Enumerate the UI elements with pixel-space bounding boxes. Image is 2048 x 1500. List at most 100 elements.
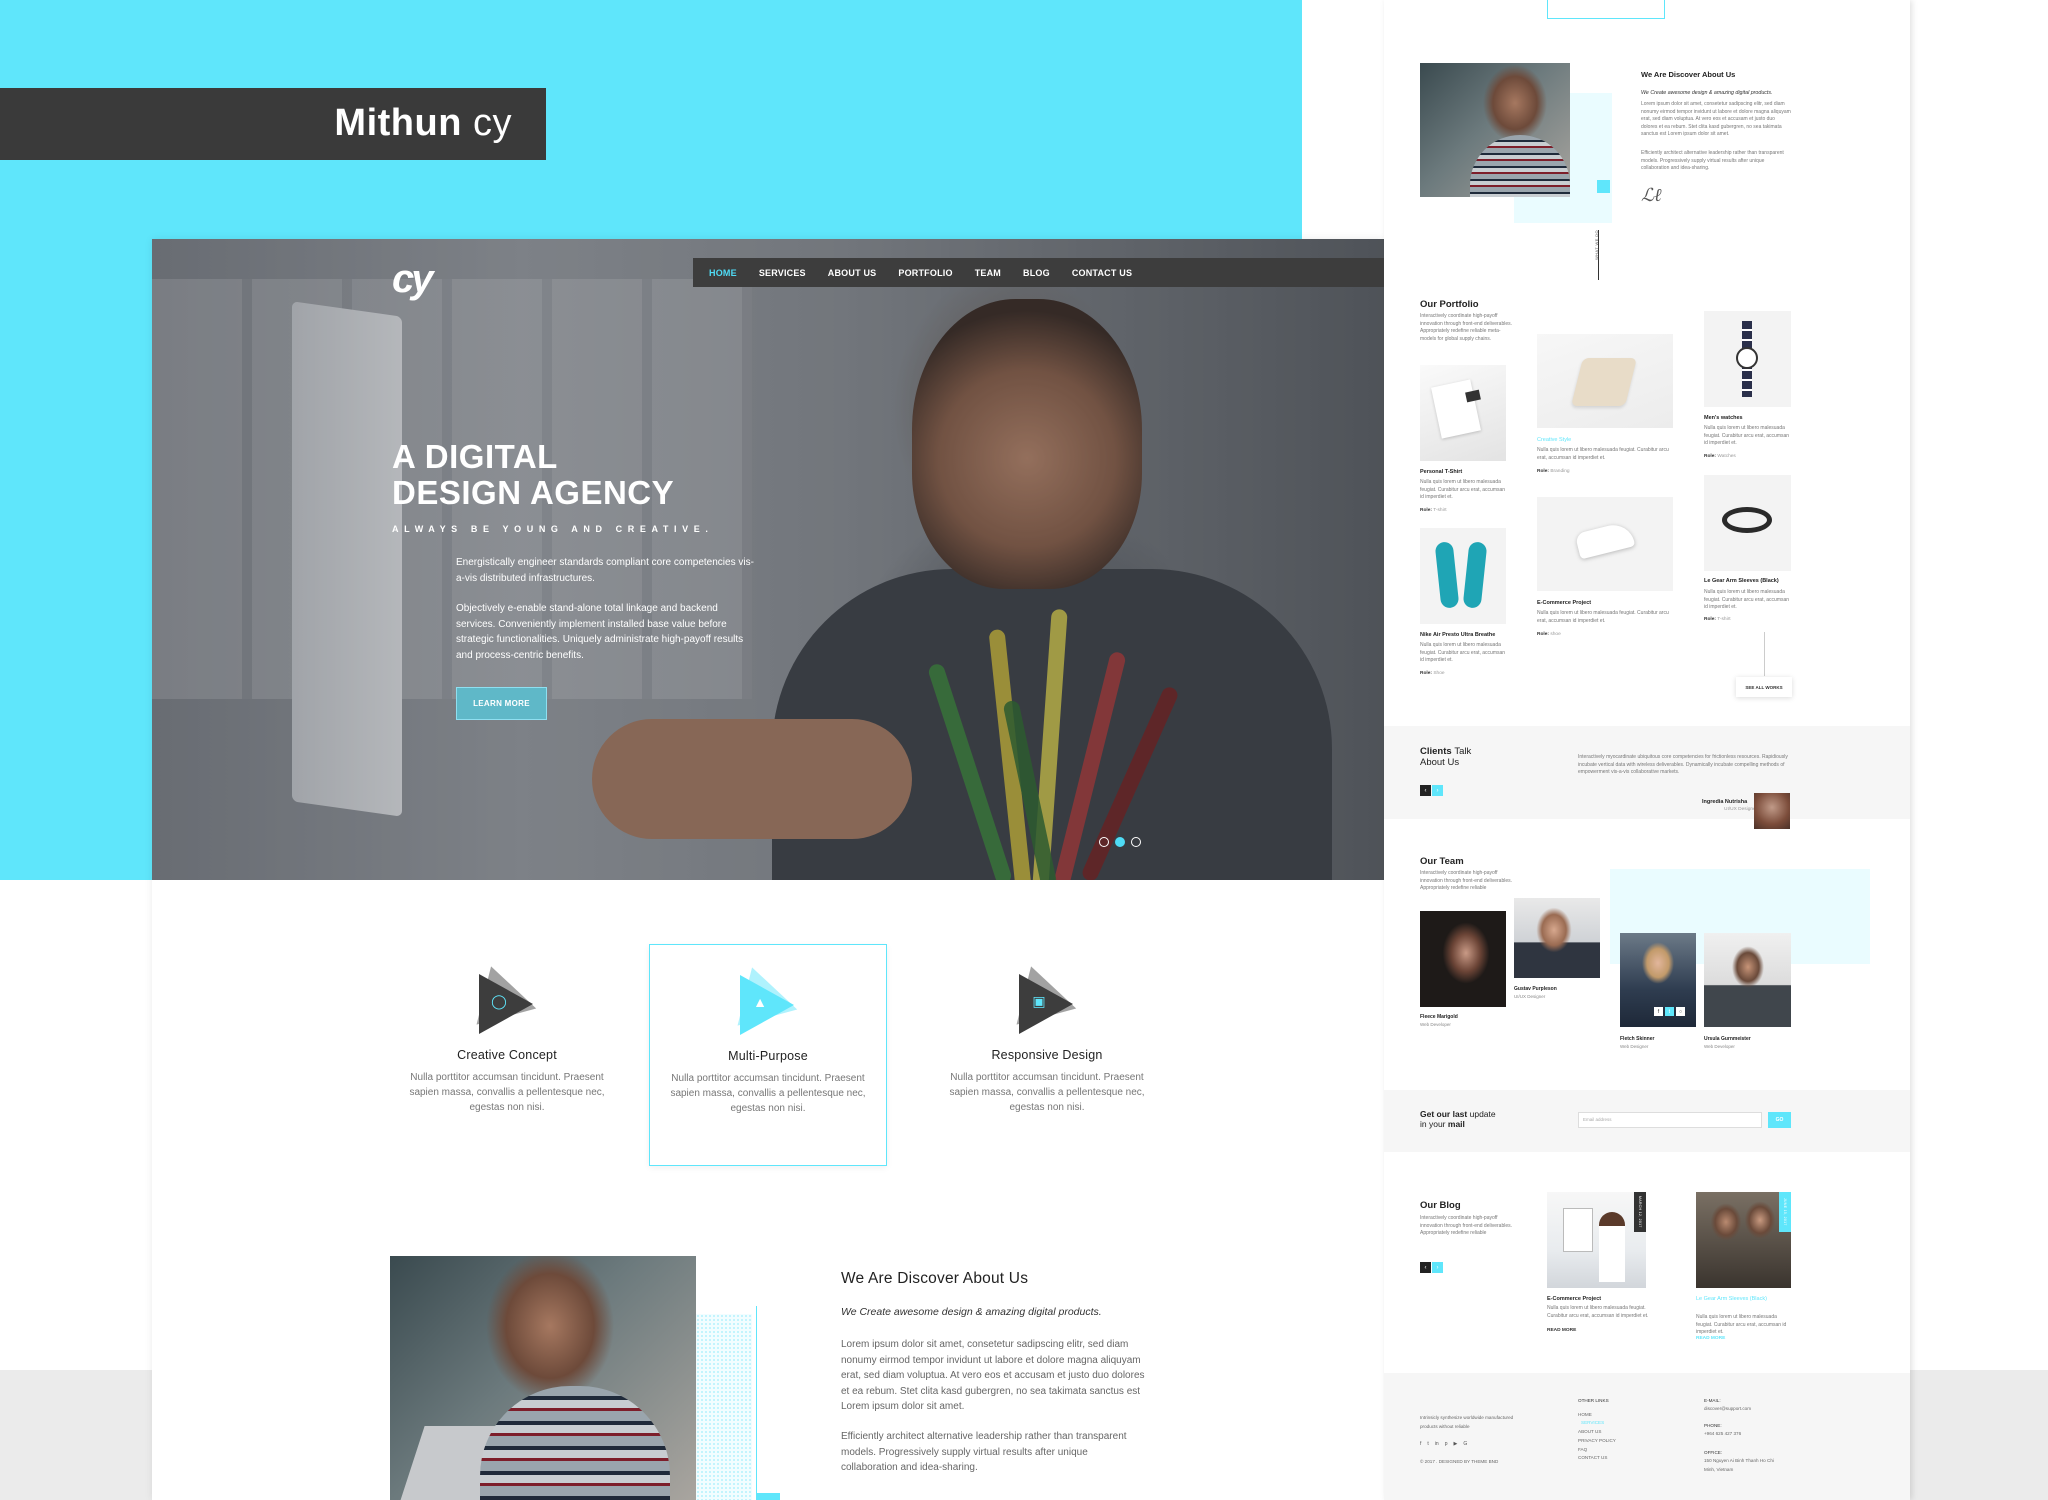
preview-about-vertical-text: WHAT WE DO	[1594, 229, 1599, 260]
learn-more-button[interactable]: LEARN MORE	[456, 687, 547, 720]
team-photo[interactable]	[1420, 911, 1506, 1007]
blog-image-1[interactable]	[1547, 1192, 1646, 1288]
nav-home[interactable]: HOME	[709, 268, 737, 278]
about-dots-decoration	[692, 1314, 752, 1500]
clients-next-button[interactable]: ›	[1432, 785, 1443, 796]
footer-email[interactable]: discover@support.com	[1704, 1405, 1751, 1414]
youtube-icon[interactable]: ▶	[1453, 1441, 1457, 1447]
google-plus-icon[interactable]: G	[1463, 1441, 1467, 1447]
feature-multi-purpose[interactable]: ▲ Multi-Purpose Nulla porttitor accumsan…	[649, 944, 887, 1166]
newsletter-email-input[interactable]: Email address	[1578, 1112, 1762, 1128]
slider-dots	[1099, 837, 1141, 847]
team-social-icons: f t ○	[1654, 1007, 1685, 1016]
nav-team[interactable]: TEAM	[975, 268, 1001, 278]
about-tagline: We Create awesome design & amazing digit…	[841, 1306, 1102, 1318]
hero-paragraph-2: Objectively e-enable stand-alone total l…	[456, 603, 744, 661]
portfolio-title[interactable]: Nike Air Presto Ultra Breathe	[1420, 632, 1495, 638]
portfolio-text: Nulla quis lorem ut libero malesuada feu…	[1537, 447, 1669, 461]
portfolio-role: Role: Branding	[1537, 469, 1570, 474]
footer-about: Intrinsicly synthesize worldwide manufac…	[1420, 1415, 1514, 1429]
about-accent-bar	[756, 1493, 780, 1500]
portfolio-title[interactable]: E-Commerce Project	[1537, 600, 1591, 606]
footer-link-about-us[interactable]: ABOUT US	[1578, 1428, 1601, 1437]
blog-intro: Interactively coordinate high-payoff inn…	[1420, 1215, 1513, 1237]
team-member-role: Web Developer	[1420, 1022, 1451, 1027]
team-member-role: Web Designer	[1620, 1044, 1649, 1049]
portfolio-title[interactable]: Personal T-Shirt	[1420, 469, 1462, 475]
footer-link-services[interactable]: SERVICES	[1581, 1419, 1604, 1428]
hero-content: cy HOME SERVICES ABOUT US PORTFOLIO TEAM…	[152, 239, 1384, 880]
about-divider-line	[756, 1306, 757, 1500]
blog-image-2[interactable]	[1696, 1192, 1791, 1288]
facebook-icon[interactable]: f	[1420, 1441, 1421, 1447]
team-member-role: Web Developer	[1704, 1044, 1735, 1049]
portfolio-role: Role: T-shirt	[1704, 617, 1731, 622]
portfolio-title[interactable]: Creative Style	[1537, 437, 1571, 443]
linkedin-icon[interactable]: in	[1435, 1441, 1439, 1447]
portfolio-image-shoe[interactable]	[1420, 528, 1506, 624]
portfolio-image-ecommerce[interactable]	[1537, 497, 1673, 591]
flask-icon: ▲	[753, 994, 767, 1010]
slider-dot-3[interactable]	[1131, 837, 1141, 847]
instagram-icon[interactable]: ○	[1676, 1007, 1685, 1016]
blog-next-button[interactable]: ›	[1432, 1262, 1443, 1273]
portfolio-image-creative[interactable]	[1537, 334, 1673, 428]
twitter-icon[interactable]: t	[1427, 1441, 1428, 1447]
team-photo[interactable]	[1514, 898, 1600, 978]
slider-dot-1[interactable]	[1099, 837, 1109, 847]
main-page-mockup: cy HOME SERVICES ABOUT US PORTFOLIO TEAM…	[152, 239, 1384, 1500]
nav-portfolio[interactable]: PORTFOLIO	[898, 268, 952, 278]
nav-about-us[interactable]: ABOUT US	[828, 268, 877, 278]
footer-link-privacy-policy[interactable]: PRIVACY POLICY	[1578, 1437, 1616, 1446]
facebook-icon[interactable]: f	[1654, 1007, 1663, 1016]
blog-post-title[interactable]: E-Commerce Project	[1547, 1296, 1601, 1302]
portfolio-title[interactable]: Men's watches	[1704, 415, 1743, 421]
about-heading: We Are Discover About Us	[841, 1270, 1029, 1287]
feature-text: Nulla porttitor accumsan tincidunt. Prae…	[670, 1073, 866, 1114]
slider-dot-2[interactable]	[1115, 837, 1125, 847]
blog-read-more[interactable]: READ MORE	[1696, 1336, 1725, 1341]
blog-post-text: Nulla quis lorem ut libero malesuada feu…	[1696, 1314, 1787, 1336]
portfolio-text: Nulla quis lorem ut libero malesuada feu…	[1420, 642, 1506, 664]
nav-contact-us[interactable]: CONTACT US	[1072, 268, 1132, 278]
portfolio-text: Nulla quis lorem ut libero malesuada feu…	[1537, 610, 1669, 624]
portfolio-role: Role: shoe	[1537, 632, 1561, 637]
footer-link-contact-us[interactable]: CONTACT US	[1578, 1454, 1607, 1463]
team-member-role: UI/UX Designer	[1514, 994, 1546, 999]
preview-portfolio-intro: Interactively coordinate high-payoff inn…	[1420, 313, 1513, 342]
see-all-works-button[interactable]: SEE ALL WORKS	[1736, 677, 1792, 697]
pinterest-icon[interactable]: p	[1445, 1441, 1448, 1447]
nav-blog[interactable]: BLOG	[1023, 268, 1050, 278]
client-name: Ingredia Nutrisha	[1702, 799, 1748, 805]
laptop-icon: ▣	[1032, 993, 1046, 1009]
blog-read-more[interactable]: READ MORE	[1547, 1328, 1576, 1333]
team-member-name: Fleece Marigold	[1420, 1014, 1458, 1020]
portfolio-image-tshirt[interactable]	[1420, 365, 1506, 461]
nav-services[interactable]: SERVICES	[759, 268, 806, 278]
feature-responsive-design: ▣ Responsive Design Nulla porttitor accu…	[928, 944, 1166, 1166]
portfolio-image-watch[interactable]	[1704, 311, 1791, 407]
clients-prev-button[interactable]: ‹	[1420, 785, 1431, 796]
feature-title: Responsive Design	[991, 1048, 1103, 1062]
preview-about-tagline: We Create awesome design & amazing digit…	[1641, 90, 1773, 96]
preview-about-image	[1420, 63, 1570, 197]
site-logo[interactable]: cy	[392, 257, 433, 302]
about-paragraph-2: Efficiently architect alternative leader…	[841, 1431, 1127, 1473]
triangle-icon: ▣	[1015, 966, 1084, 1040]
brand-bar: Mithun cy	[0, 88, 546, 160]
portfolio-role: Role: T-shirt	[1420, 508, 1447, 513]
preview-about-paragraph-1: Lorem ipsum dolor sit amet, consetetur s…	[1641, 101, 1791, 138]
team-heading: Our Team	[1420, 856, 1464, 867]
portfolio-title[interactable]: Le Gear Arm Sleeves (Black)	[1704, 578, 1779, 584]
blog-post-title[interactable]: Le Gear Arm Sleeves (Black)	[1696, 1296, 1767, 1302]
client-avatar	[1754, 793, 1790, 829]
newsletter-go-button[interactable]: GO	[1768, 1112, 1791, 1128]
portfolio-image-sleeves[interactable]	[1704, 475, 1791, 571]
preview-about-accent	[1597, 180, 1610, 193]
feature-title: Multi-Purpose	[728, 1049, 808, 1063]
team-photo[interactable]	[1704, 933, 1791, 1027]
footer-phone: +964 625 427 376	[1704, 1431, 1742, 1436]
clients-heading: Clients Talk About Us	[1420, 746, 1472, 768]
blog-prev-button[interactable]: ‹	[1420, 1262, 1431, 1273]
twitter-icon[interactable]: t	[1665, 1007, 1674, 1016]
